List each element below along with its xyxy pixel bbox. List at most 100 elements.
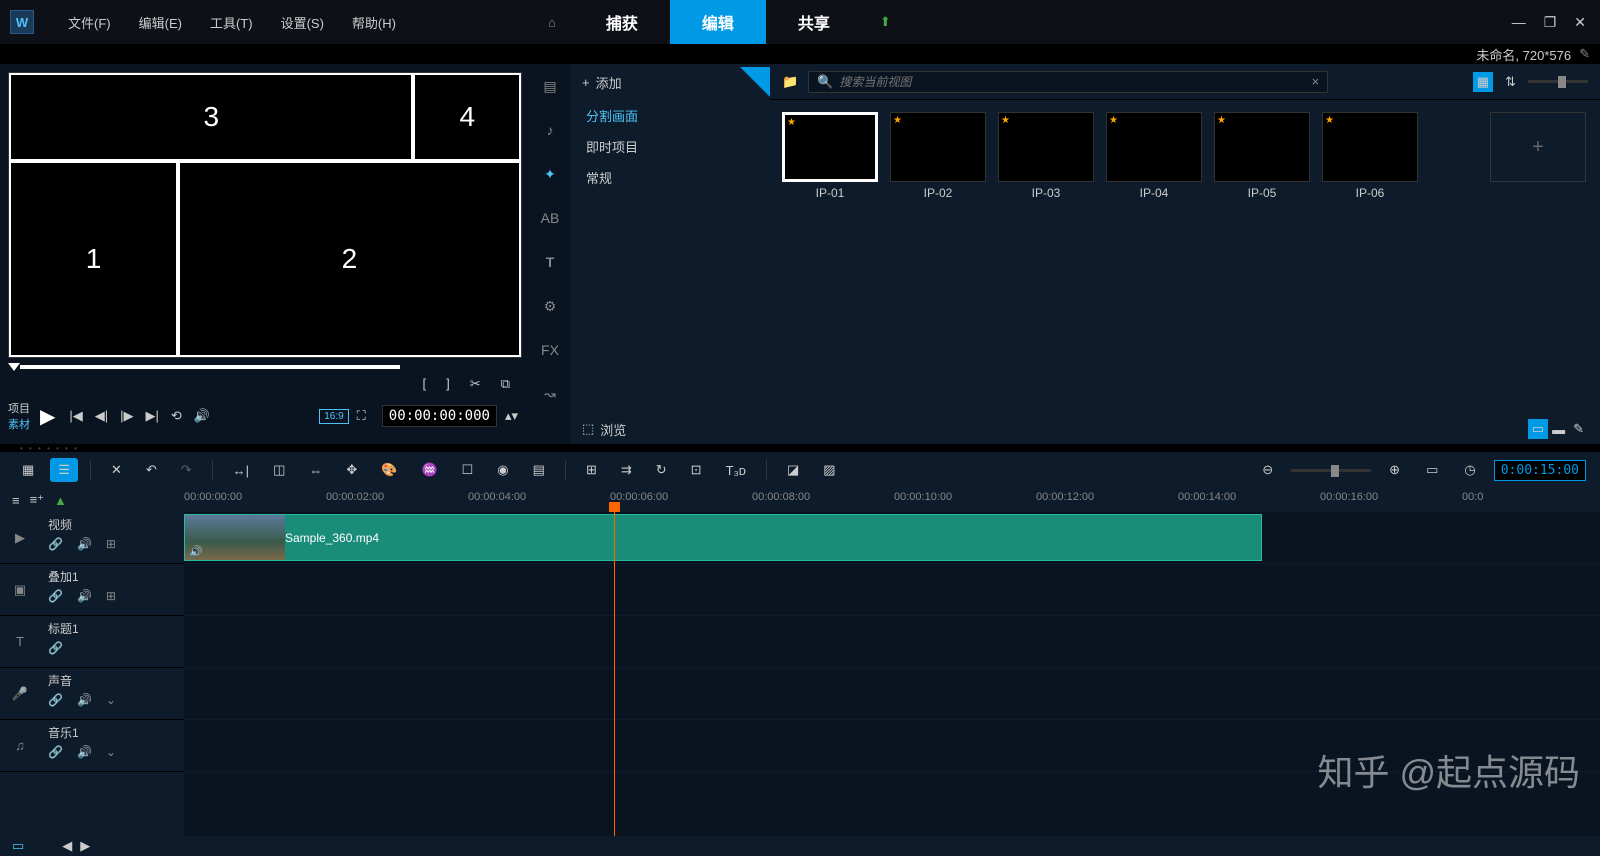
trim-icon[interactable]: ↔| (225, 459, 257, 482)
add-button[interactable]: + 添加 (570, 73, 634, 92)
video-clip[interactable]: 🔊 Sample_360.mp4 (184, 514, 1262, 561)
category-general[interactable]: 常规 (570, 162, 770, 193)
sidetab-media-icon[interactable]: ▤ (536, 72, 564, 100)
target-icon[interactable]: ⊡ (683, 458, 710, 482)
zoom-out-icon[interactable]: ⊖ (1254, 458, 1281, 482)
panel-resizer[interactable]: • • • • • • • (0, 444, 1600, 452)
overlap-icon[interactable]: ◉ (489, 458, 516, 482)
fit-icon[interactable]: ▭ (1418, 458, 1446, 482)
mark-in-icon[interactable]: [ (419, 374, 431, 394)
view-grid-icon[interactable]: ▦ (1473, 72, 1493, 92)
speaker-icon[interactable]: 🔊 (77, 589, 92, 603)
minimize-button[interactable]: — (1508, 14, 1530, 30)
thumb-ip-05[interactable]: ★ IP-05 (1214, 112, 1310, 200)
footer-edit-icon[interactable]: ✎ (1569, 419, 1588, 439)
cut-icon[interactable]: ✂ (466, 374, 485, 394)
crop-icon[interactable]: ◫ (265, 458, 293, 482)
scroll-right-icon[interactable]: ▶ (80, 838, 90, 854)
menu-file[interactable]: 文件(F) (54, 13, 125, 32)
prev-frame-icon[interactable]: ◀| (91, 406, 112, 426)
loop-icon[interactable]: ⟲ (167, 406, 186, 426)
snapshot-icon[interactable]: ⧉ (497, 374, 514, 394)
chevron-down-icon[interactable]: ⌄ (106, 745, 116, 759)
timecode-stepper-icon[interactable]: ▴▾ (501, 406, 522, 426)
speaker-icon[interactable]: 🔊 (77, 745, 92, 759)
upload-icon[interactable]: ⬆ (862, 0, 909, 44)
tab-edit[interactable]: 编辑 (670, 0, 766, 44)
text-3d-icon[interactable]: T₃ᴅ (718, 459, 754, 482)
thumb-ip-01[interactable]: ★ IP-01 (782, 112, 878, 200)
browse-button[interactable]: ⬚ 浏览 (582, 420, 626, 439)
color-picker-icon[interactable]: 🎨 (373, 458, 405, 482)
title-icon[interactable]: ▤ (525, 458, 553, 482)
scroll-left-icon[interactable]: ◀ (62, 838, 72, 854)
preview-scrubber[interactable] (8, 362, 522, 372)
pin-corner-icon[interactable] (740, 67, 770, 97)
thumb-ip-03[interactable]: ★ IP-03 (998, 112, 1094, 200)
sidetab-gear-icon[interactable]: ⚙ (536, 292, 564, 320)
preview-timecode[interactable]: 00:00:00:000 (382, 405, 497, 427)
tracks-add-icon[interactable]: ≡⁺ (30, 492, 44, 508)
link-icon[interactable]: 🔗 (48, 641, 63, 655)
aspect-ratio[interactable]: 16:9 (319, 409, 348, 424)
menu-edit[interactable]: 编辑(E) (125, 13, 196, 32)
grid-icon[interactable]: ⊞ (578, 458, 605, 482)
thumb-zoom-slider[interactable] (1528, 80, 1588, 83)
undo-icon[interactable]: ↶ (138, 458, 165, 482)
resize-icon[interactable]: ⇔ (301, 459, 330, 482)
link-icon[interactable]: 🔗 (48, 589, 63, 603)
grid-toggle-icon[interactable]: ⊞ (106, 589, 116, 603)
effect-b-icon[interactable]: ▨ (815, 458, 843, 482)
search-box[interactable]: 🔍 × (808, 71, 1328, 93)
preview-screen[interactable]: 3 4 1 2 (8, 72, 522, 358)
play-button[interactable]: ▶ (34, 404, 61, 429)
thumb-ip-06[interactable]: ★ IP-06 (1322, 112, 1418, 200)
mark-out-icon[interactable]: ] (442, 374, 454, 394)
menu-tools[interactable]: 工具(T) (196, 13, 267, 32)
clear-search-icon[interactable]: × (1312, 74, 1320, 89)
link-icon[interactable]: 🔗 (48, 745, 63, 759)
capture-icon[interactable]: ☐ (454, 458, 482, 482)
track-video[interactable]: ▶ 视频 🔗🔊⊞ (0, 512, 184, 564)
home-button[interactable]: ⌂ (530, 0, 574, 44)
speaker-icon[interactable]: 🔊 (77, 693, 92, 707)
sidetab-audio-icon[interactable]: ♪ (536, 116, 564, 144)
sidetab-title-t-icon[interactable]: T (536, 248, 564, 276)
preview-mode-material[interactable]: 素材 (8, 416, 30, 432)
tab-share[interactable]: 共享 (766, 0, 862, 44)
footer-view-a-icon[interactable]: ▭ (1528, 419, 1548, 439)
menu-help[interactable]: 帮助(H) (338, 13, 410, 32)
link-icon[interactable]: 🔗 (48, 693, 63, 707)
maximize-button[interactable]: ❐ (1540, 14, 1561, 31)
audio-wave-icon[interactable]: ♒ (413, 458, 445, 482)
tab-capture[interactable]: 捕获 (574, 0, 670, 44)
menu-settings[interactable]: 设置(S) (267, 13, 338, 32)
clock-icon[interactable]: ◷ (1456, 458, 1483, 482)
rotate-icon[interactable]: ↻ (648, 458, 675, 482)
search-input[interactable] (839, 75, 1311, 89)
sort-icon[interactable]: ⇅ (1501, 72, 1520, 92)
footer-view-b-icon[interactable]: ▬ (1548, 420, 1569, 439)
track-area[interactable]: 🔊 Sample_360.mp4 (184, 512, 1600, 836)
settings-icon[interactable]: ✕ (103, 458, 130, 482)
redo-icon[interactable]: ↷ (173, 458, 200, 482)
folder-icon[interactable]: 📁 (782, 74, 798, 90)
motion-icon[interactable]: ⇉ (613, 458, 640, 482)
speaker-icon[interactable]: 🔊 (77, 537, 92, 551)
timeline-ruler[interactable]: 00:00:00:00 00:00:02:00 00:00:04:00 00:0… (184, 488, 1600, 512)
sidetab-fx-icon[interactable]: FX (536, 336, 564, 364)
timeline-zoom-slider[interactable] (1291, 469, 1371, 472)
chevron-down-icon[interactable]: ⌄ (106, 693, 116, 707)
go-start-icon[interactable]: |◀ (65, 406, 86, 426)
timeline-timecode[interactable]: 0:00:15:00 (1494, 460, 1586, 481)
volume-icon[interactable]: 🔊 (190, 406, 214, 426)
zoom-in-icon[interactable]: ⊕ (1381, 458, 1408, 482)
thumb-ip-02[interactable]: ★ IP-02 (890, 112, 986, 200)
tracks-menu-icon[interactable]: ≡ (12, 493, 20, 508)
grid-toggle-icon[interactable]: ⊞ (106, 537, 116, 551)
playhead[interactable] (614, 512, 615, 836)
effect-a-icon[interactable]: ◪ (779, 458, 807, 482)
category-split-screen[interactable]: 分割画面 (570, 100, 770, 131)
next-frame-icon[interactable]: |▶ (116, 406, 137, 426)
preview-mode-project[interactable]: 项目 (8, 400, 30, 416)
